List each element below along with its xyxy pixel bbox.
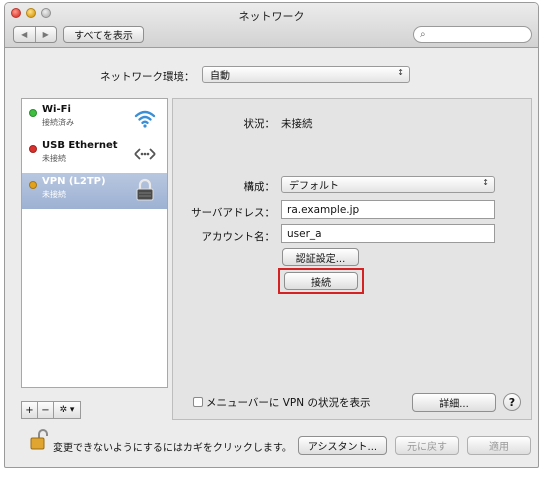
- status-dot-icon: [29, 145, 37, 153]
- service-status: 接続済み: [42, 118, 74, 127]
- window-title: ネットワーク: [238, 10, 305, 23]
- search-field[interactable]: ⌕: [413, 26, 532, 43]
- ethernet-icon: [134, 148, 156, 160]
- status-label: 状況：: [243, 118, 276, 130]
- authentication-settings-button[interactable]: 認証設定...: [282, 248, 359, 266]
- search-icon: ⌕: [420, 29, 426, 40]
- service-name: VPN (L2TP): [42, 176, 106, 187]
- remove-service-button[interactable]: −: [37, 401, 54, 419]
- service-status: 未接続: [42, 190, 66, 199]
- account-name-label: アカウント名：: [201, 231, 276, 243]
- revert-button[interactable]: 元に戻す: [395, 436, 459, 455]
- service-item-wifi[interactable]: Wi-Fi 接続済み: [22, 101, 167, 137]
- service-list-toolbar: + − ✲ ▾: [21, 401, 81, 419]
- action-menu-button[interactable]: ✲ ▾: [53, 401, 81, 419]
- apply-button[interactable]: 適用: [467, 436, 531, 455]
- network-preferences-window: ネットワーク ◀ ▶ すべてを表示 ⌕ ネットワーク環境： 自動 ↕ Wi-Fi…: [4, 2, 539, 468]
- add-service-button[interactable]: +: [21, 401, 38, 419]
- lock-message: 変更できないようにするにはカギをクリックします。: [53, 443, 292, 454]
- server-address-field[interactable]: ra.example.jp: [281, 200, 495, 219]
- title-bar: ネットワーク ◀ ▶ すべてを表示 ⌕: [5, 3, 538, 48]
- server-address-label: サーバアドレス：: [191, 207, 275, 219]
- status-value: 未接続: [281, 118, 313, 130]
- show-vpn-status-checkbox[interactable]: [193, 397, 203, 407]
- service-name: USB Ethernet: [42, 140, 118, 151]
- service-name: Wi-Fi: [42, 104, 71, 115]
- wifi-icon: [134, 110, 156, 128]
- configuration-popup[interactable]: デフォルト ↕: [281, 176, 495, 193]
- connect-button[interactable]: 接続: [284, 272, 358, 290]
- advanced-button[interactable]: 詳細...: [412, 393, 496, 412]
- service-item-vpn[interactable]: VPN (L2TP) 未接続: [22, 173, 167, 209]
- popup-arrows-icon: ↕: [397, 68, 404, 77]
- location-popup[interactable]: 自動 ↕: [202, 66, 410, 83]
- configuration-label: 構成：: [243, 181, 276, 193]
- service-status: 未接続: [42, 154, 66, 163]
- service-list: Wi-Fi 接続済み USB Ethernet 未接続 VPN (L2TP) 未…: [21, 98, 168, 388]
- location-value: 自動: [210, 71, 230, 82]
- status-dot-icon: [29, 181, 37, 189]
- status-dot-icon: [29, 109, 37, 117]
- assistant-button[interactable]: アシスタント...: [298, 436, 387, 455]
- show-all-button[interactable]: すべてを表示: [63, 26, 144, 43]
- forward-arrow-icon[interactable]: ▶: [36, 27, 57, 42]
- configuration-value: デフォルト: [289, 181, 339, 192]
- back-arrow-icon[interactable]: ◀: [14, 27, 36, 42]
- location-label: ネットワーク環境：: [100, 71, 195, 83]
- back-forward-control: ◀ ▶: [13, 26, 57, 43]
- account-name-field[interactable]: user_a: [281, 224, 495, 243]
- lock-icon[interactable]: [29, 428, 49, 450]
- service-item-usb-ethernet[interactable]: USB Ethernet 未接続: [22, 137, 167, 173]
- vpn-lock-icon: [136, 178, 154, 201]
- popup-arrows-icon: ↕: [482, 178, 489, 187]
- show-vpn-status-label: メニューバーに VPN の状況を表示: [206, 397, 371, 409]
- help-button[interactable]: ?: [503, 393, 521, 411]
